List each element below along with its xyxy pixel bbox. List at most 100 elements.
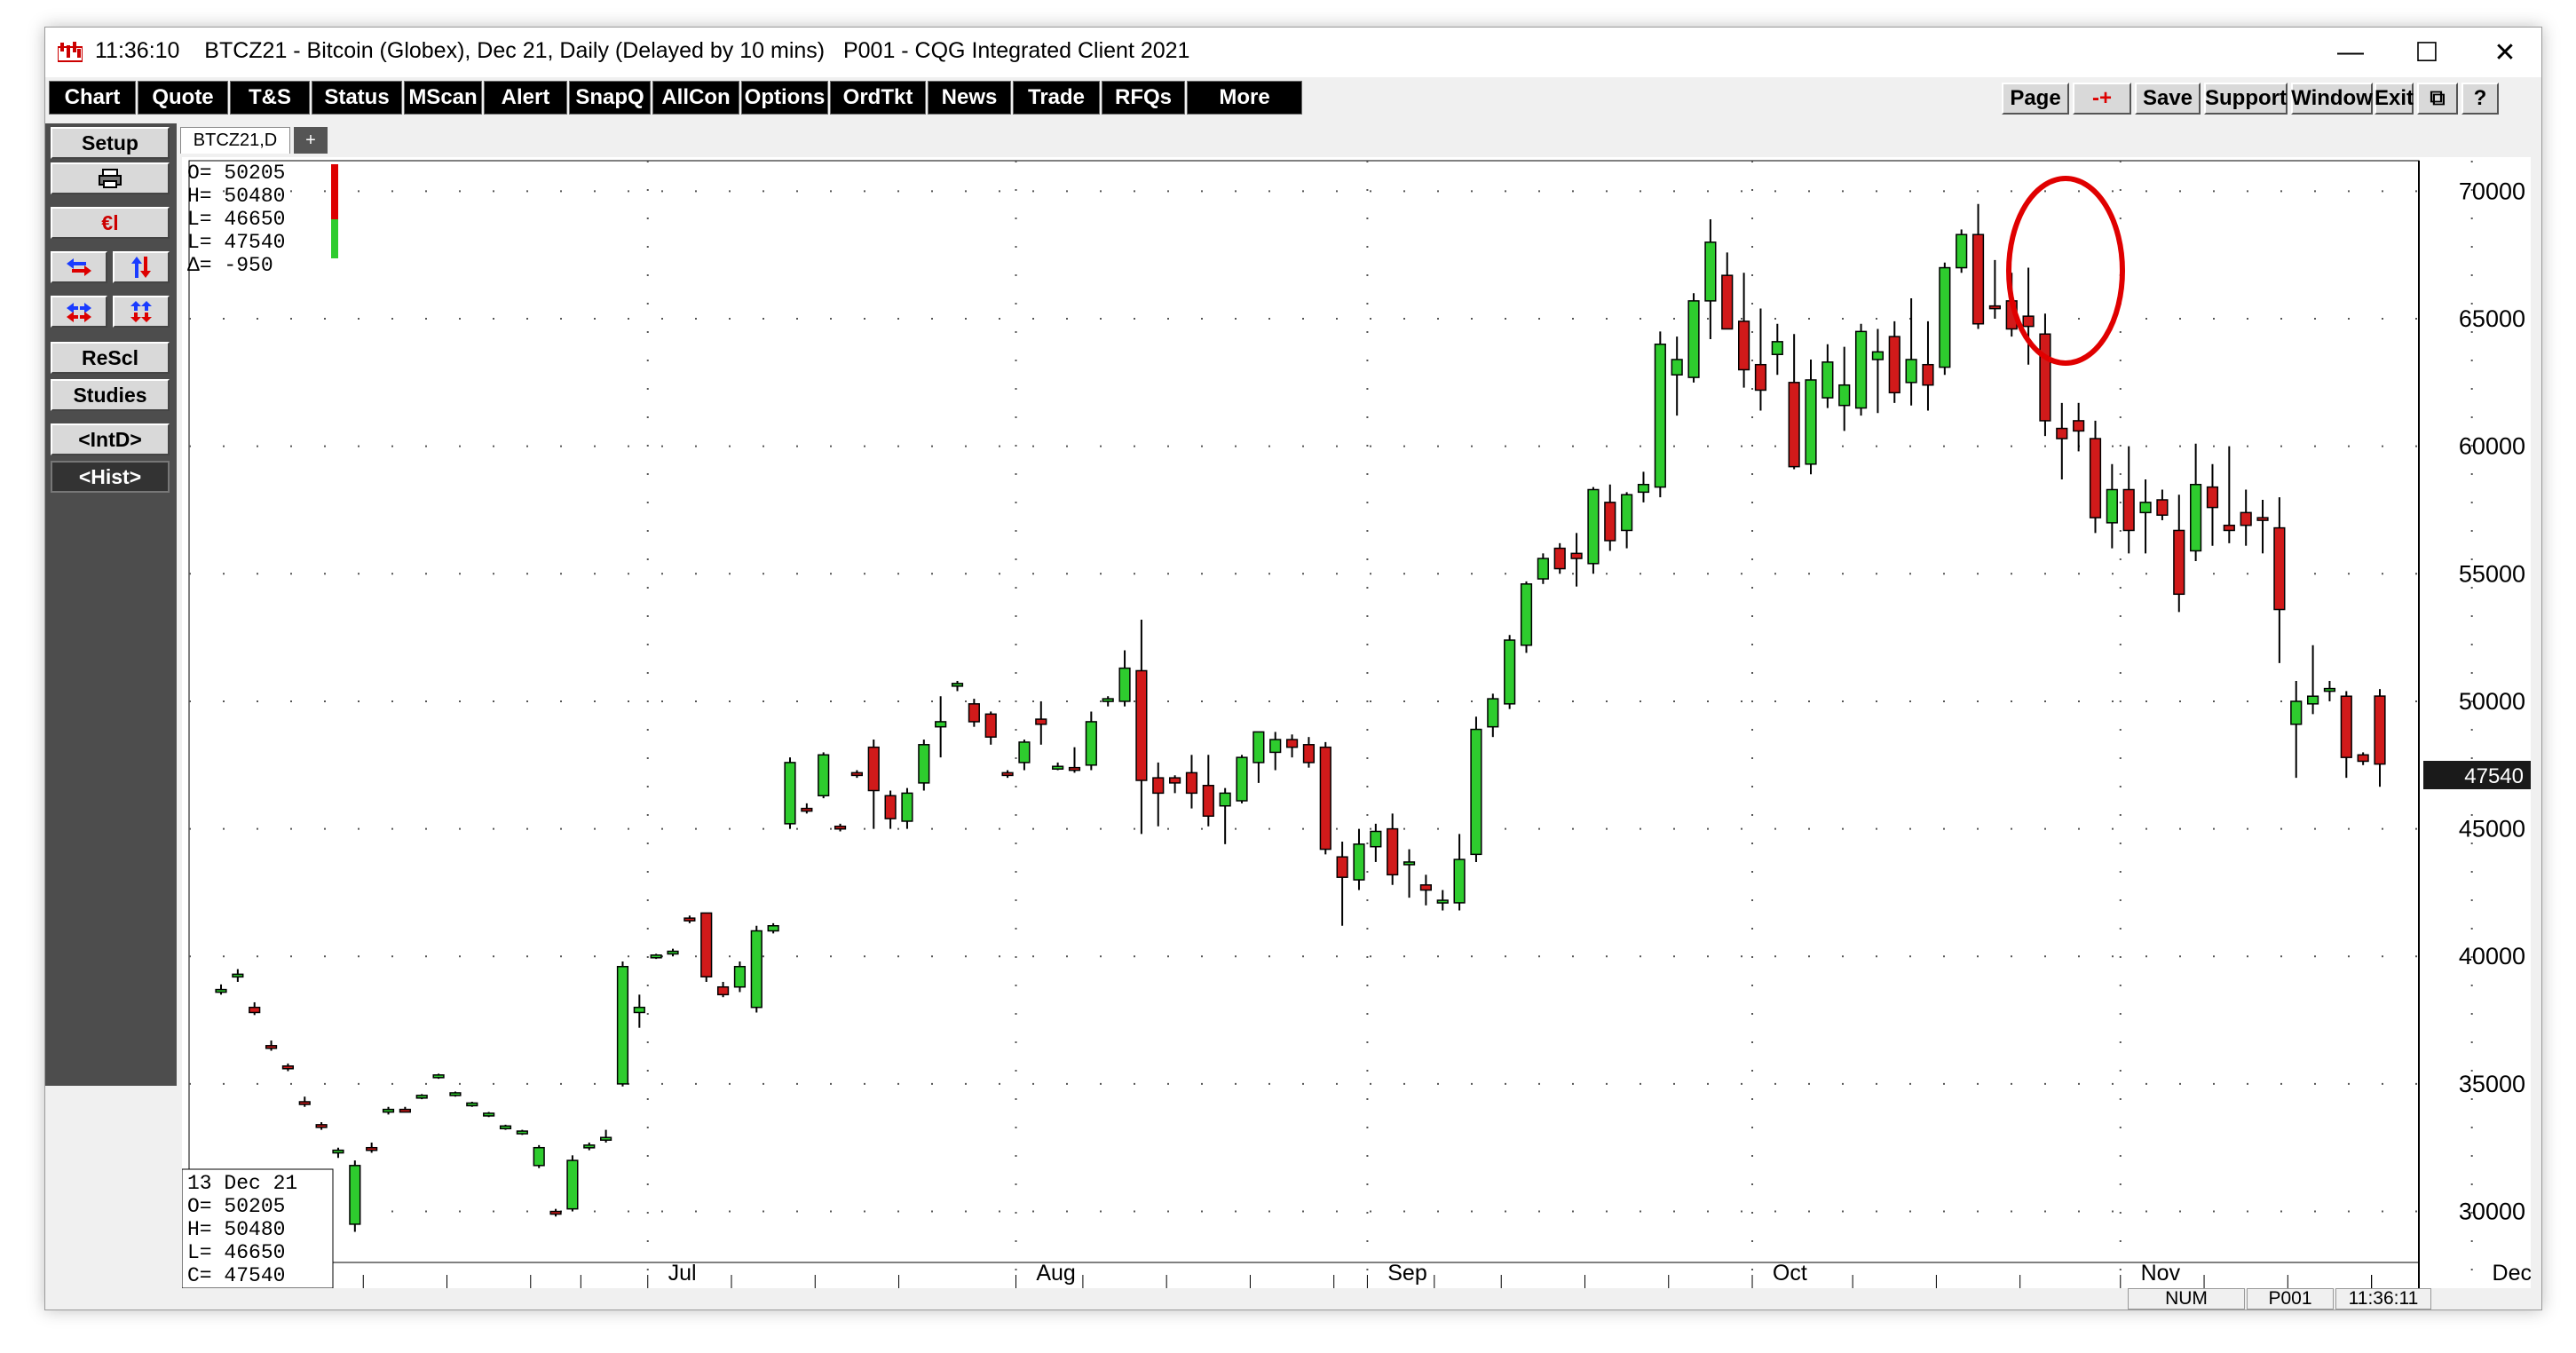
tab-btcz21[interactable]: BTCZ21,D	[180, 127, 290, 154]
candle	[1370, 823, 1382, 862]
candle	[1169, 775, 1181, 794]
candle	[1336, 841, 1348, 926]
menu-allcon-button[interactable]: AllCon	[652, 81, 739, 115]
menu-rfqs-button[interactable]: RFQs	[1102, 81, 1185, 115]
candle	[2022, 267, 2035, 365]
compress-vertical-button[interactable]	[113, 296, 170, 328]
candle-body	[533, 1146, 545, 1167]
candlestick-chart[interactable]: 30000 35000 40000 45000 50000 55000 60000 65000…	[182, 157, 2531, 1292]
menu-ts-button[interactable]: T&S	[230, 81, 310, 115]
help-button[interactable]: ?	[2461, 83, 2499, 115]
candle-body	[2039, 333, 2051, 422]
studies-button[interactable]: Studies	[51, 379, 170, 411]
candle	[1219, 787, 1231, 844]
window-title: BTCZ21 - Bitcoin (Globex), Dec 21, Daily…	[204, 38, 1190, 63]
candle-body	[1102, 698, 1114, 702]
menu-more-button[interactable]: More	[1187, 81, 1302, 115]
candle	[818, 752, 830, 799]
candle-body	[1470, 728, 1482, 856]
close-button[interactable]: ✕	[2474, 33, 2536, 72]
candle	[332, 1147, 344, 1159]
candle-body	[1353, 843, 1365, 881]
candle-body	[2240, 511, 2252, 526]
menu-trade-button[interactable]: Trade	[1013, 81, 1100, 115]
readout-last: L= 47540	[187, 231, 285, 254]
candle	[968, 699, 980, 727]
candle-body	[2223, 524, 2235, 532]
candle-body	[901, 792, 913, 822]
menu-alert-button[interactable]: Alert	[484, 81, 567, 115]
candle-body	[1871, 351, 1885, 360]
candle	[2206, 463, 2219, 546]
euro-button[interactable]: €l	[51, 207, 170, 239]
setup-button[interactable]: Setup	[51, 127, 170, 159]
readout-b-low: L= 46650	[187, 1241, 285, 1264]
candle	[566, 1155, 579, 1212]
menu-chart-button[interactable]: Chart	[49, 81, 136, 115]
candle-body	[1553, 547, 1566, 570]
candle	[1621, 492, 1633, 549]
minimize-button[interactable]: —	[2319, 33, 2382, 72]
candle-body	[1403, 861, 1416, 866]
intraday-button[interactable]: <IntD>	[51, 423, 170, 455]
maximize-button[interactable]: ☐	[2396, 33, 2458, 72]
candle-body	[1219, 792, 1231, 807]
candle-body	[1185, 771, 1198, 795]
date-axis: JulAugSepOctNovDec0107142128010612192602…	[212, 1261, 2531, 1292]
candle	[1922, 320, 1934, 411]
restore-button[interactable]: ⧉	[2417, 83, 2458, 115]
plus-minus-button[interactable]: -+	[2073, 83, 2131, 115]
candle	[650, 953, 662, 960]
candle	[750, 925, 763, 1013]
rescale-button[interactable]: ReScl	[51, 342, 170, 374]
save-button[interactable]: Save	[2135, 83, 2201, 115]
candle-body	[1570, 552, 1583, 559]
compress-vertical-icon	[130, 301, 152, 322]
candle-body	[232, 973, 244, 978]
historical-button[interactable]: <Hist>	[51, 461, 170, 493]
candle-body	[2323, 687, 2336, 692]
candle-body	[1939, 266, 1951, 368]
exit-button[interactable]: Exit	[2375, 83, 2414, 115]
candle	[1771, 323, 1783, 376]
add-tab-button[interactable]: +	[294, 127, 328, 154]
candle	[1553, 542, 1566, 574]
candle	[767, 922, 779, 934]
menu-snapq-button[interactable]: SnapQ	[569, 81, 651, 115]
scroll-left-button[interactable]	[51, 251, 107, 283]
y-tick-label: 35000	[2459, 1071, 2525, 1097]
candle-body	[1336, 856, 1348, 878]
candle	[1453, 834, 1466, 911]
candle-body	[1956, 233, 1968, 269]
menu-news-button[interactable]: News	[928, 81, 1011, 115]
menu-mscan-button[interactable]: MScan	[404, 81, 482, 115]
title-bar: 11:36:10 BTCZ21 - Bitcoin (Globex), Dec …	[45, 28, 2541, 77]
candle-body	[700, 912, 713, 977]
scroll-vertical-button[interactable]	[113, 251, 170, 283]
month-label: Aug	[1036, 1261, 1075, 1286]
menu-status-button[interactable]: Status	[312, 81, 402, 115]
page-button[interactable]: Page	[2002, 83, 2069, 115]
menu-options-button[interactable]: Options	[741, 81, 828, 115]
candle-body	[249, 1006, 261, 1014]
vertical-arrows-icon	[131, 257, 151, 278]
candle-body	[1252, 731, 1265, 764]
menu-quote-button[interactable]: Quote	[138, 81, 228, 115]
support-button[interactable]: Support	[2204, 83, 2288, 115]
candle	[918, 740, 930, 791]
candle	[281, 1063, 295, 1072]
candle-body	[1888, 336, 1900, 394]
compress-horizontal-button[interactable]	[51, 296, 107, 328]
candle	[1988, 259, 2001, 320]
print-button[interactable]	[51, 162, 170, 194]
candle-body	[1721, 274, 1734, 330]
window-button[interactable]: Window	[2291, 83, 2373, 115]
chart-area[interactable]: 30000 35000 40000 45000 50000 55000 60000 65000…	[182, 157, 2531, 1292]
candle	[1470, 716, 1482, 862]
candle	[1838, 346, 1851, 431]
candle	[2122, 446, 2135, 554]
candle	[215, 984, 227, 995]
candle	[1252, 731, 1265, 783]
grid-layer	[188, 160, 2473, 1292]
menu-ordtkt-button[interactable]: OrdTkt	[830, 81, 926, 115]
